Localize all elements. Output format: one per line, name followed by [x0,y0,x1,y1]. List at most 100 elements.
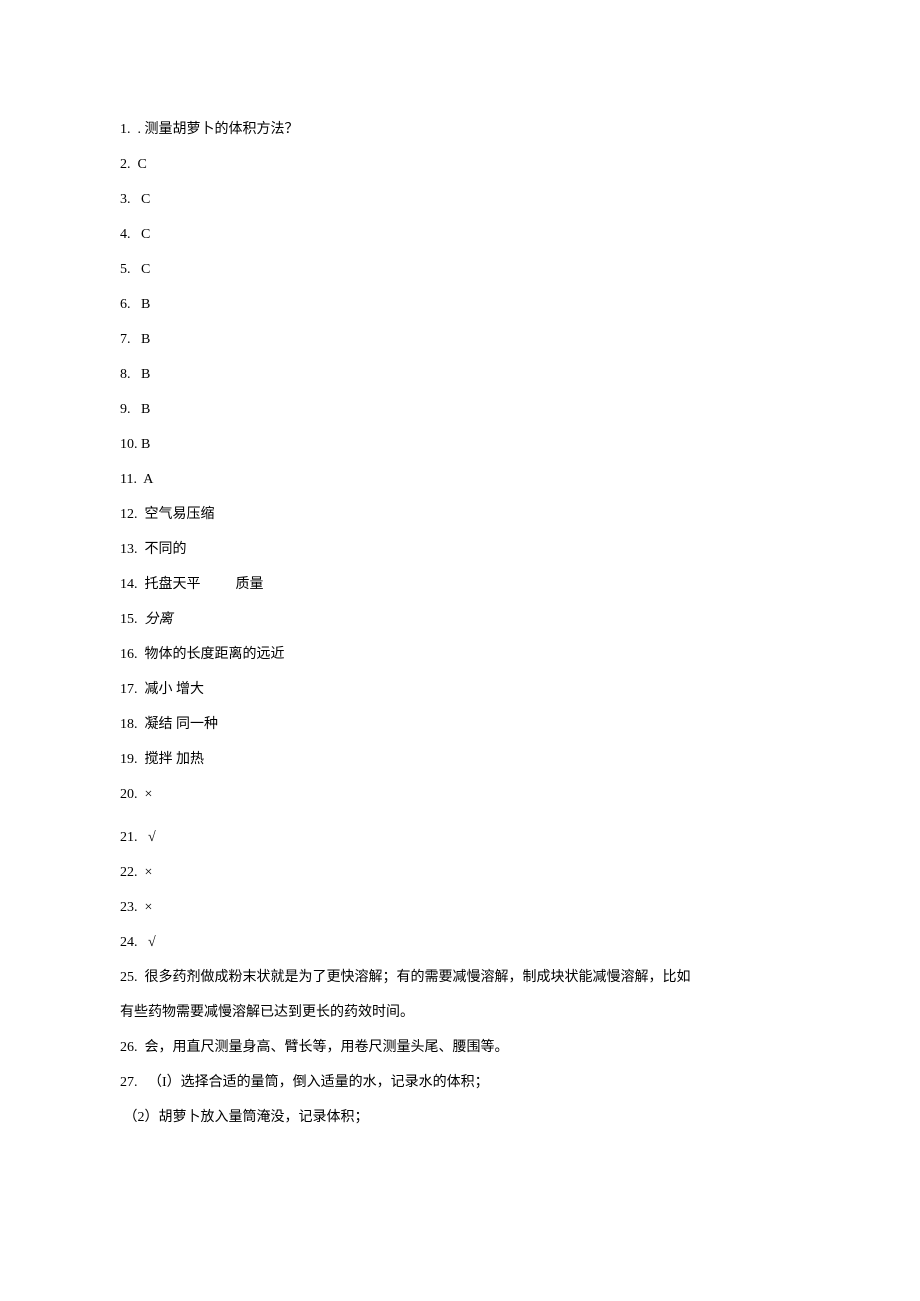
answer-number: 5. [120,262,131,277]
answer-row: （2）胡萝卜放入量筒淹没，记录体积； [120,1100,800,1135]
answer-number: 12. [120,507,138,522]
answer-row: 25. 很多药剂做成粉末状就是为了更快溶解；有的需要减慢溶解，制成块状能减慢溶解… [120,960,800,995]
answer-number: 16. [120,647,138,662]
answer-number: 27. [120,1075,138,1090]
separator [138,830,149,845]
answer-row: 13. 不同的 [120,532,800,567]
separator [138,900,145,915]
answer-row: 10. B [120,427,800,462]
answer-text: × [145,865,153,880]
separator [138,612,145,627]
answer-row: 27. （I）选择合适的量筒，倒入适量的水，记录水的体积； [120,1065,800,1100]
answer-row: 4. C [120,217,800,252]
answer-number: 23. [120,900,138,915]
answer-text: B [141,437,150,452]
answer-text: 物体的长度距离的远近 [145,647,285,662]
answer-number: 10. [120,437,138,452]
answer-text: 空气易压缩 [145,507,215,522]
answer-number: 1. [120,122,131,137]
answer-number: 4. [120,227,131,242]
answer-number: 13. [120,542,138,557]
answer-text: B [141,367,150,382]
answer-text: √ [148,935,156,950]
separator [138,1040,145,1055]
separator [131,262,142,277]
separator [138,717,145,732]
answer-row: 8. B [120,357,800,392]
answer-text: . 测量胡萝卜的体积方法？ [138,122,299,137]
answer-number: 26. [120,1040,138,1055]
answer-text: B [141,297,150,312]
answer-number: 6. [120,297,131,312]
separator [131,367,142,382]
separator [138,970,145,985]
answer-text: 托盘天平 质量 [145,577,264,592]
separator [131,297,142,312]
answer-number: 19. [120,752,138,767]
separator [131,192,142,207]
answer-row: 21. √ [120,820,800,855]
answer-text: 搅拌 加热 [145,752,205,767]
answer-row: 3. C [120,182,800,217]
answer-text: C [141,227,150,242]
answer-list: 1. . 测量胡萝卜的体积方法？2. C3. C4. C5. C6. B7. B… [120,112,800,1135]
separator [138,752,145,767]
answer-row: 14. 托盘天平 质量 [120,567,800,602]
separator [138,787,145,802]
answer-text: 不同的 [145,542,187,557]
answer-text: 有些药物需要减慢溶解已达到更长的药效时间。 [120,1005,414,1020]
answer-text: C [138,157,147,172]
answer-number: 3. [120,192,131,207]
answer-row: 18. 凝结 同一种 [120,707,800,742]
answer-text: 凝结 同一种 [145,717,219,732]
answer-number: 18. [120,717,138,732]
answer-row: 20. × [120,777,800,812]
answer-row: 23. × [120,890,800,925]
answer-text: A [143,472,153,487]
answer-number: 8. [120,367,131,382]
separator [131,122,138,137]
answer-text: C [141,262,150,277]
answer-row: 16. 物体的长度距离的远近 [120,637,800,672]
answer-row: 26. 会，用直尺测量身高、臂长等，用卷尺测量头尾、腰围等。 [120,1030,800,1065]
answer-number: 7. [120,332,131,347]
answer-text: C [141,192,150,207]
answer-text: B [141,332,150,347]
answer-row: 5. C [120,252,800,287]
answer-row: 7. B [120,322,800,357]
separator [131,157,138,172]
separator [138,507,145,522]
answer-row: 9. B [120,392,800,427]
answer-row: 1. . 测量胡萝卜的体积方法？ [120,112,800,147]
separator [131,227,142,242]
answer-text: 会，用直尺测量身高、臂长等，用卷尺测量头尾、腰围等。 [145,1040,509,1055]
answer-text: × [145,787,153,802]
answer-number: 22. [120,865,138,880]
answer-row: 6. B [120,287,800,322]
separator [131,402,142,417]
answer-text: × [145,900,153,915]
answer-text: 分离 [145,612,173,627]
answer-number: 9. [120,402,131,417]
separator [138,542,145,557]
separator [138,935,149,950]
separator [138,1075,149,1090]
answer-row: 22. × [120,855,800,890]
answer-number: 14. [120,577,138,592]
answer-number: 11. [120,472,137,487]
answer-row: 15. 分离 [120,602,800,637]
answer-text: 很多药剂做成粉末状就是为了更快溶解；有的需要减慢溶解，制成块状能减慢溶解，比如 [145,970,691,985]
answer-number: 24. [120,935,138,950]
answer-row: 11. A [120,462,800,497]
answer-row: 19. 搅拌 加热 [120,742,800,777]
answer-text: （2）胡萝卜放入量筒淹没，记录体积； [124,1110,369,1125]
answer-number: 25. [120,970,138,985]
separator [138,647,145,662]
answer-number: 17. [120,682,138,697]
answer-row: 17. 减小 增大 [120,672,800,707]
separator [138,865,145,880]
answer-row: 有些药物需要减慢溶解已达到更长的药效时间。 [120,995,800,1030]
answer-number: 2. [120,157,131,172]
answer-text: （I）选择合适的量筒，倒入适量的水，记录水的体积； [148,1075,489,1090]
answer-number: 20. [120,787,138,802]
